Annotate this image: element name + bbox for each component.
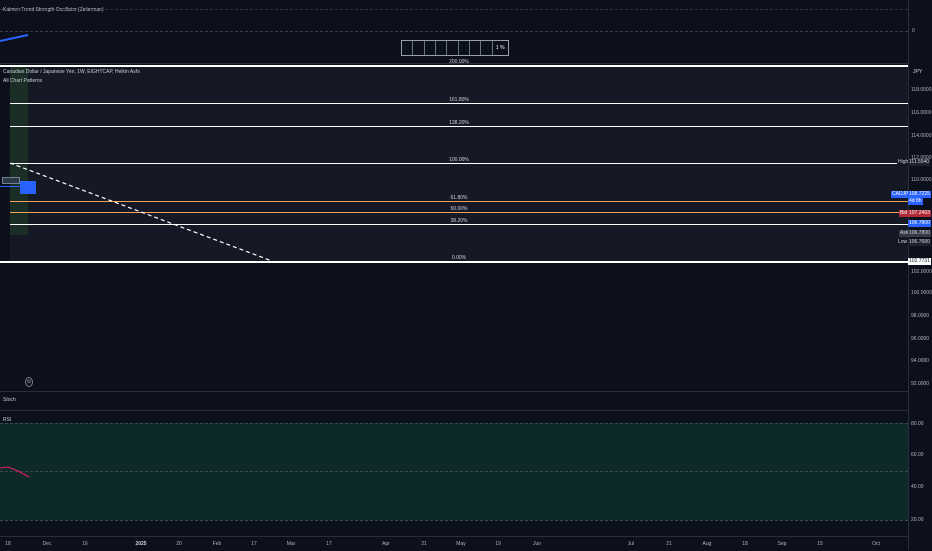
price-tick: 94.0000 [911,358,930,364]
date-label: 20 [176,541,182,547]
date-label: Dec [42,541,52,547]
date-label: 18 [742,541,748,547]
date-label: Aug [702,541,712,547]
price-tick: 114.0000 [911,133,932,139]
zero-tick: 0 [912,28,915,34]
pair-value: 108.7225 [908,191,931,198]
price-axis[interactable]: JPY 118.0000 116.0000 114.0000 112.0000 110.… [908,0,932,550]
date-label: Oct [872,541,880,547]
date-label: 18 [5,541,11,547]
currency-label: JPY [913,69,923,75]
pane-separator-3[interactable] [0,410,908,411]
date-label: 16 [82,541,88,547]
date-label: Sep [777,541,787,547]
rsi-tick: 40.00 [911,484,924,490]
rsi-tick: 80.00 [911,421,924,427]
rsi-lower [0,520,908,521]
pattern-dashed-line [9,162,273,262]
date-label: Jun [532,541,542,547]
rsi-mid [0,471,908,472]
bid-value: 107.2493 [908,210,931,217]
date-label: Jul [627,541,635,547]
rsi-upper [0,423,908,424]
stoch-label[interactable]: Stoch [3,397,16,403]
date-label: Feb [212,541,222,547]
date-label: May [456,541,466,547]
price-tick: 92.0000 [911,381,930,387]
price-tick: 116.0000 [911,110,932,116]
rsi-line [0,466,30,478]
price-line [0,186,22,187]
price-tick: 100.0000 [911,290,932,296]
blue-value: 106.7800 [908,220,931,227]
rsi-tick: 60.00 [911,452,924,458]
current-candle[interactable] [20,181,36,194]
price-tick: 102.0000 [911,269,932,275]
settings-icon[interactable]: ⚙ [25,377,33,387]
date-axis[interactable]: 18 Dec 16 2025 20 Feb 17 Mar 17 Apr 21 May 19 Jun Jul 2… [0,536,908,551]
date-label: Apr [382,541,390,547]
low-label: Low [897,239,909,246]
pane-separator-2[interactable] [0,391,908,392]
price-tick: 96.0000 [911,336,930,342]
date-label: 21 [666,541,672,547]
ask-value: 106.7800 [908,230,931,237]
price-tick: 110.0000 [911,177,932,183]
low-value: 106.7680 [908,239,931,246]
pattern-marker[interactable] [2,177,20,184]
date-label: 15 [817,541,823,547]
high-value: 111.5540 [908,159,931,166]
zero-level-value: 102.7731 [908,258,931,265]
date-label: Mar [286,541,296,547]
price-tick: 98.0000 [911,313,930,319]
bid-label: Bid [899,210,909,217]
price-tick: 118.0000 [911,87,932,93]
rsi-tick: 20.00 [911,517,924,523]
pair-countdown: 4d 8h [908,198,923,205]
date-label: 21 [421,541,427,547]
date-label: 19 [495,541,501,547]
date-label: 2025 [135,541,147,547]
date-label: 17 [251,541,257,547]
date-label: 17 [326,541,332,547]
